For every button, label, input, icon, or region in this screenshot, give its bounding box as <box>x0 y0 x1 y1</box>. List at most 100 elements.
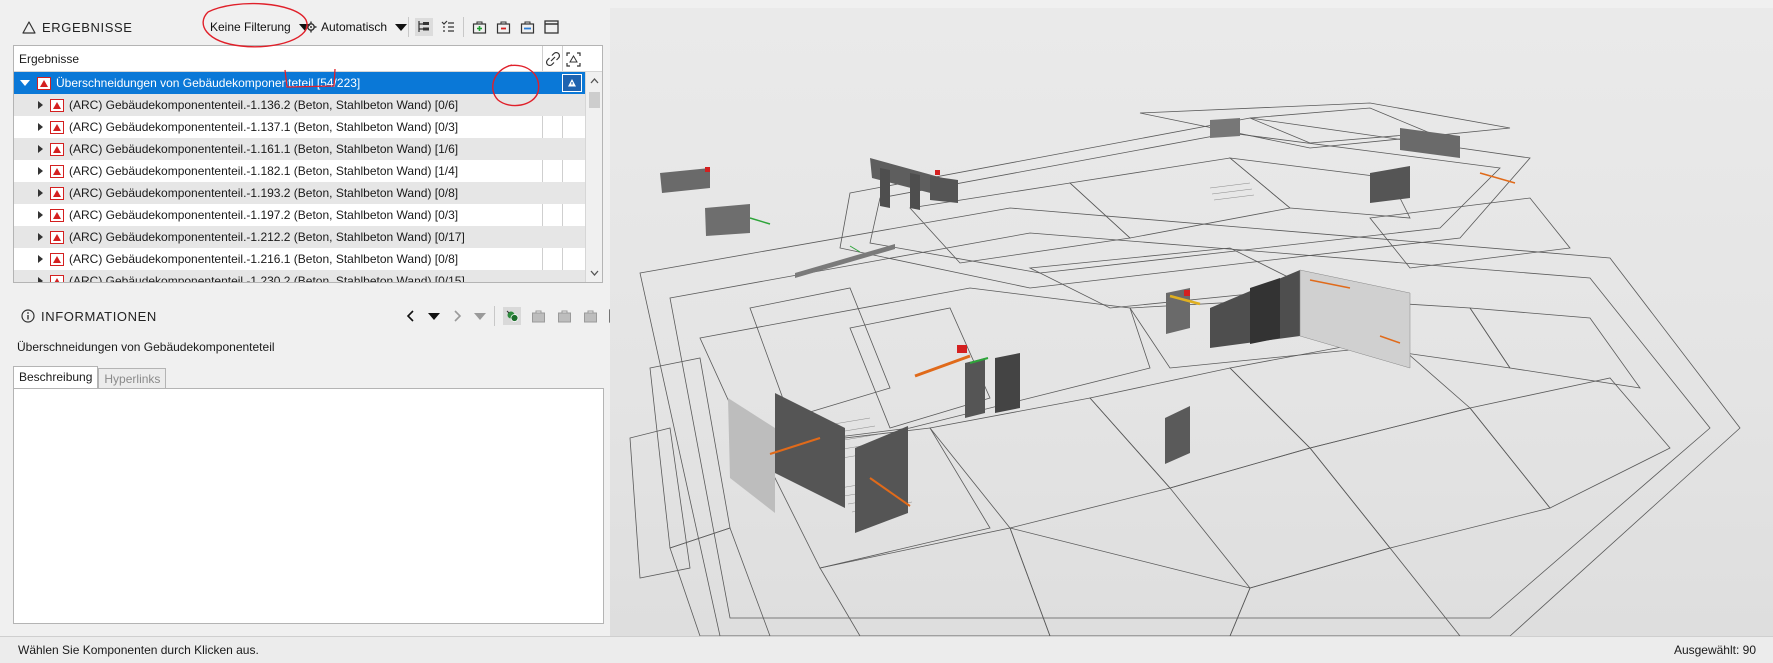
wall <box>660 168 710 193</box>
scroll-thumb[interactable] <box>589 92 600 108</box>
tree-row[interactable]: (ARC) Gebäudekomponententeil.-1.137.1 (B… <box>14 116 602 138</box>
tree-row-label: (ARC) Gebäudekomponententeil.-1.212.2 (B… <box>69 230 465 244</box>
results-panel-header: ERGEBNISSE Keine Filterung Automatisch <box>12 12 604 42</box>
tree-row[interactable]: (ARC) Gebäudekomponententeil.-1.193.2 (B… <box>14 182 602 204</box>
left-panel: ERGEBNISSE Keine Filterung Automatisch E… <box>0 0 624 640</box>
walls <box>660 118 1460 533</box>
toolbar-separator <box>408 17 409 37</box>
tree-row[interactable]: (ARC) Gebäudekomponententeil.-1.212.2 (B… <box>14 226 602 248</box>
wall <box>930 176 958 203</box>
tree-row[interactable]: (ARC) Gebäudekomponententeil.-1.197.2 (B… <box>14 204 602 226</box>
wall <box>995 353 1020 413</box>
wall <box>1250 278 1280 344</box>
expand-arrow-icon[interactable] <box>38 167 43 175</box>
tree-row-label: (ARC) Gebäudekomponententeil.-1.137.1 (B… <box>69 120 459 134</box>
history-dropdown-icon[interactable] <box>428 312 440 320</box>
filter-dropdown[interactable]: Keine Filterung <box>210 20 311 34</box>
results-tree-header: Ergebnisse <box>14 46 602 72</box>
wall <box>965 358 985 418</box>
tree-view-icon[interactable] <box>415 18 433 36</box>
remove-group-icon[interactable] <box>555 307 573 325</box>
scroll-up-icon[interactable] <box>586 74 603 88</box>
tree-row[interactable]: (ARC) Gebäudekomponententeil.-1.161.1 (B… <box>14 138 602 160</box>
list-view-icon[interactable] <box>439 18 457 36</box>
floor-plan-lines <box>629 102 1741 636</box>
tree-row-label: (ARC) Gebäudekomponententeil.-1.216.1 (B… <box>69 252 459 266</box>
window-icon[interactable] <box>542 18 560 36</box>
tree-row[interactable]: (ARC) Gebäudekomponententeil.-1.230.2 (B… <box>14 270 602 283</box>
clash-icon <box>50 230 64 244</box>
collapse-arrow-icon[interactable] <box>20 80 30 86</box>
tree-row-label: Überschneidungen von Gebäudekomponentete… <box>56 76 361 90</box>
remove-group-icon[interactable] <box>494 18 512 36</box>
tree-row-label: (ARC) Gebäudekomponententeil.-1.193.2 (B… <box>69 186 459 200</box>
toolbar-separator <box>463 17 464 37</box>
expand-arrow-icon[interactable] <box>38 211 43 219</box>
info-panel-header: INFORMATIONEN <box>12 301 624 331</box>
toolbar-separator <box>494 306 495 326</box>
clash-icon <box>50 142 64 156</box>
tree-row-label: (ARC) Gebäudekomponententeil.-1.197.2 (B… <box>69 208 459 222</box>
expand-arrow-icon[interactable] <box>38 255 43 263</box>
zoom-to-icon[interactable] <box>564 50 582 68</box>
clash-icon <box>50 98 64 112</box>
group-icon[interactable] <box>581 307 599 325</box>
clash-icon <box>50 164 64 178</box>
results-scrollbar[interactable] <box>585 72 602 282</box>
results-tree[interactable]: Ergebnisse Überschneidungen von Gebäudek… <box>13 45 603 283</box>
tab-hyperlinks[interactable]: Hyperlinks <box>98 368 167 388</box>
wall <box>1400 128 1460 158</box>
results-tree-rows: Überschneidungen von Gebäudekomponentete… <box>14 72 602 283</box>
add-group-icon[interactable] <box>529 307 547 325</box>
clash-icon <box>50 274 64 282</box>
tab-beschreibung[interactable]: Beschreibung <box>13 366 99 388</box>
clash-icon <box>50 120 64 134</box>
results-title-text: ERGEBNISSE <box>42 19 133 35</box>
clash-group-icon <box>37 76 51 90</box>
status-cell-icon[interactable] <box>562 74 582 92</box>
expand-arrow-icon[interactable] <box>38 123 43 131</box>
wall <box>1165 406 1190 464</box>
mode-dropdown[interactable]: Automatisch <box>305 20 408 34</box>
expand-arrow-icon[interactable] <box>38 101 43 109</box>
expand-arrow-icon[interactable] <box>38 233 43 241</box>
column-header-results: Ergebnisse <box>19 51 80 66</box>
model-view[interactable] <box>610 8 1773 636</box>
link-icon[interactable] <box>544 50 562 68</box>
info-subject: Überschneidungen von Gebäudekomponentete… <box>17 340 275 354</box>
scroll-down-icon[interactable] <box>586 266 603 280</box>
highlight-components-icon[interactable] <box>503 307 521 325</box>
clash-icon <box>50 208 64 222</box>
add-group-icon[interactable] <box>470 18 488 36</box>
expand-arrow-icon[interactable] <box>38 277 43 282</box>
clash-count: [54/223] <box>316 76 361 90</box>
forward-dropdown-icon[interactable] <box>474 312 486 320</box>
forward-icon[interactable] <box>448 307 466 325</box>
results-title: ERGEBNISSE <box>22 20 133 35</box>
filter-label: Keine Filterung <box>210 20 291 34</box>
wall <box>1370 166 1410 203</box>
wall <box>1210 118 1240 138</box>
expand-arrow-icon[interactable] <box>38 189 43 197</box>
group-icon[interactable] <box>518 18 536 36</box>
tree-row-group[interactable]: Überschneidungen von Gebäudekomponentete… <box>14 72 602 94</box>
info-tabs: Beschreibung Hyperlinks <box>13 366 167 388</box>
tree-row[interactable]: (ARC) Gebäudekomponententeil.-1.216.1 (B… <box>14 248 602 270</box>
tree-row-label: (ARC) Gebäudekomponententeil.-1.230.2 (B… <box>69 274 465 283</box>
info-title: INFORMATIONEN <box>21 309 157 324</box>
caution-icon <box>22 20 36 34</box>
tree-row[interactable]: (ARC) Gebäudekomponententeil.-1.136.2 (B… <box>14 94 602 116</box>
clash-icon <box>50 252 64 266</box>
expand-arrow-icon[interactable] <box>38 145 43 153</box>
settings-icon <box>305 21 317 33</box>
dropdown-icon <box>395 23 408 31</box>
description-textarea[interactable] <box>13 388 604 624</box>
clash-icon <box>50 186 64 200</box>
selected-count: Ausgewählt: 90 <box>1673 643 1756 657</box>
back-icon[interactable] <box>402 307 420 325</box>
tree-row[interactable]: (ARC) Gebäudekomponententeil.-1.182.1 (B… <box>14 160 602 182</box>
tree-row-label: (ARC) Gebäudekomponententeil.-1.161.1 (B… <box>69 142 459 156</box>
3d-viewport[interactable] <box>610 8 1773 636</box>
info-icon <box>21 309 35 323</box>
wall <box>705 204 750 236</box>
